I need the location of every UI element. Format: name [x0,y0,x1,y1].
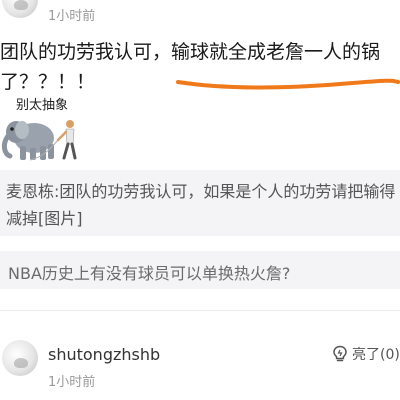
related-topic-card[interactable]: NBA历史上有没有球员可以单换热火詹? [0,251,400,289]
meme-image[interactable]: 别太抽象 [0,94,90,174]
elephant-emoji [1,120,77,161]
quoted-content: 团队的功劳我认可，如果是个人的功劳请把输得减掉[图片] [6,182,396,228]
post-author-avatar[interactable] [2,0,38,18]
comment-author-avatar[interactable] [2,340,38,376]
post-body: 团队的功劳我认可，输球就全成老詹一人的锅 了？？！！ [0,34,400,100]
post-time: 1小时前 [48,9,96,24]
lightbulb-icon [333,345,347,362]
comment-time: 1小时前 [48,375,96,390]
quoted-reply-text: 麦恩栋:团队的功劳我认可，如果是个人的功劳请把输得减掉[图片] [6,182,396,228]
related-topic-text: NBA历史上有没有球员可以单换热火詹? [8,264,291,283]
like-label: 亮了(0) [352,347,400,363]
quoted-author: 麦恩栋 [6,182,55,201]
divider [0,310,400,311]
like-button[interactable]: 亮了(0) [332,344,400,364]
comment-username[interactable]: shutongzhshb [48,345,160,364]
quoted-reply[interactable]: 麦恩栋:团队的功劳我认可，如果是个人的功劳请把输得减掉[图片] [0,170,400,236]
